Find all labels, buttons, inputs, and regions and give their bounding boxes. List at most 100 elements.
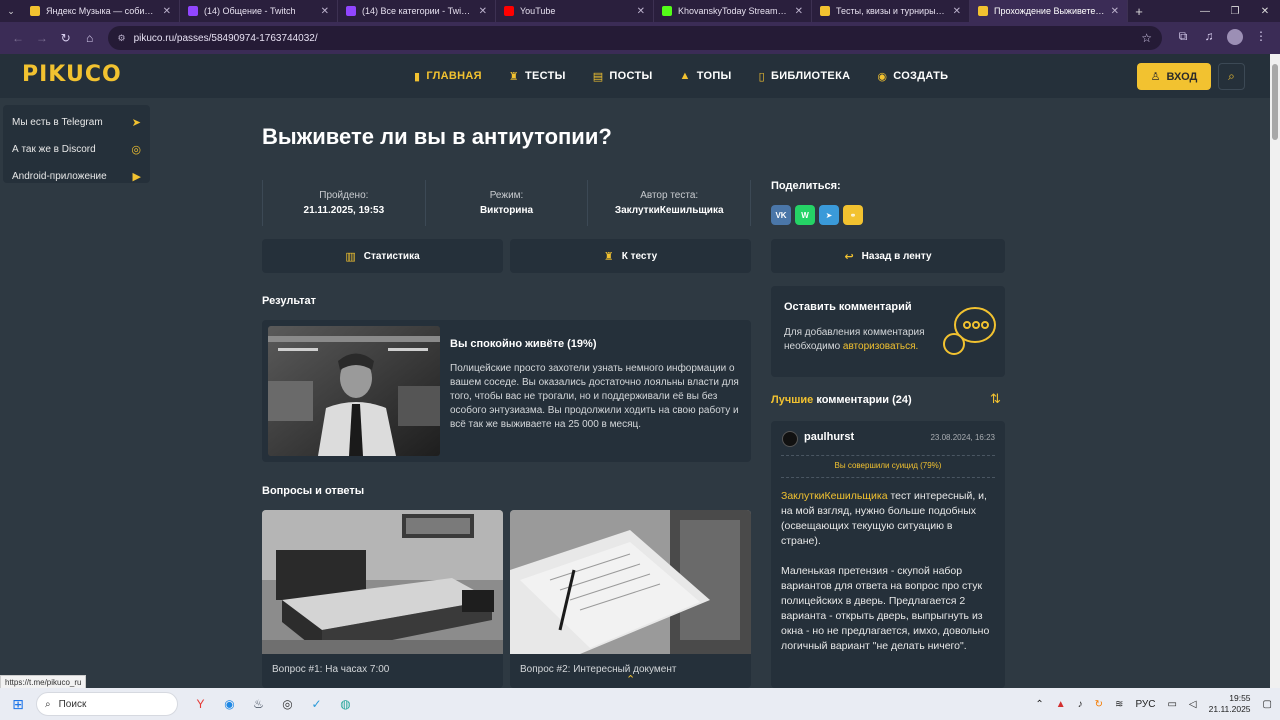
- speaker-icon[interactable]: ♪: [1078, 699, 1083, 710]
- discord-icon: ◎: [131, 144, 141, 156]
- display-icon[interactable]: ▭: [1167, 699, 1176, 710]
- meta-label: Режим:: [489, 190, 524, 201]
- browser-tab[interactable]: Прохождение Выживете ли вы ✕: [970, 0, 1128, 22]
- comment-mention[interactable]: ЗаклуткиКешильщика: [781, 490, 888, 502]
- forward-icon[interactable]: →: [30, 26, 54, 50]
- sync-icon[interactable]: ↻: [1095, 699, 1103, 710]
- browser-tab[interactable]: Яндекс Музыка — собирай ✕: [22, 0, 180, 22]
- back-icon[interactable]: ←: [6, 26, 30, 50]
- nav-item-1[interactable]: ♜ ТЕСТЫ: [509, 70, 566, 83]
- page-scrollbar[interactable]: [1270, 54, 1280, 688]
- tab-close-icon[interactable]: ✕: [953, 6, 961, 17]
- scroll-up-icon[interactable]: ⌃: [626, 673, 635, 686]
- comment-body: ЗаклуткиКешильщика тест интересный, и, н…: [781, 489, 995, 654]
- comment-username[interactable]: paulhurst: [804, 431, 854, 443]
- tab-close-icon[interactable]: ✕: [795, 6, 803, 17]
- tab-close-icon[interactable]: ✕: [637, 6, 645, 17]
- social-link[interactable]: Мы есть в Telegram ➤: [3, 109, 150, 136]
- browser-tab[interactable]: YouTube ✕: [496, 0, 654, 22]
- nav-item-label: СОЗДАТЬ: [893, 70, 949, 82]
- back-to-feed-button[interactable]: ↩ Назад в ленту: [771, 239, 1005, 273]
- bookmark-star-icon[interactable]: ☆: [1141, 31, 1152, 45]
- profile-avatar[interactable]: [1222, 28, 1248, 48]
- close-window-icon[interactable]: ✕: [1250, 0, 1280, 22]
- minimize-icon[interactable]: —: [1190, 0, 1220, 22]
- nav-item-3[interactable]: ▲ ТОПЫ: [680, 70, 732, 82]
- new-tab-button[interactable]: +: [1128, 4, 1150, 19]
- browser-tab[interactable]: (14) Все категории - Twitch ✕: [338, 0, 496, 22]
- back-to-feed-label: Назад в ленту: [861, 250, 932, 262]
- leave-comment-box: Оставить комментарий Для добавления комм…: [771, 286, 1005, 377]
- globe-app-icon[interactable]: ◍: [331, 690, 360, 718]
- nav-item-5[interactable]: ◉ СОЗДАТЬ: [877, 70, 948, 83]
- telegram-app-icon[interactable]: ✓: [302, 690, 331, 718]
- language-indicator[interactable]: РУС: [1135, 699, 1155, 710]
- tab-close-icon[interactable]: ✕: [1111, 6, 1119, 17]
- nav-item-2[interactable]: ▤ ПОСТЫ: [593, 70, 653, 83]
- reload-icon[interactable]: ↻: [54, 26, 78, 50]
- steam-icon[interactable]: ♨: [244, 690, 273, 718]
- taskbar-clock[interactable]: 19:55 21.11.2025: [1209, 693, 1251, 715]
- leave-comment-text: Для добавления комментария необходимо ав…: [784, 326, 944, 354]
- browser-tab[interactable]: Тесты, квизы и турниры — Pik ✕: [812, 0, 970, 22]
- site-logo[interactable]: PIKUCO: [22, 62, 122, 87]
- nav-item-label: БИБЛИОТЕКА: [770, 70, 851, 82]
- browser-tab[interactable]: (14) Общение - Twitch ✕: [180, 0, 338, 22]
- social-link[interactable]: Android-приложение ▶: [3, 163, 150, 190]
- whatsapp-icon[interactable]: W: [795, 205, 815, 225]
- meta-value[interactable]: ЗаклуткиКешильщика: [588, 205, 750, 216]
- search-icon[interactable]: ⌕: [1218, 63, 1245, 90]
- meta-cell: Автор теста: ЗаклуткиКешильщика: [587, 180, 752, 226]
- nav-item-label: ТОПЫ: [696, 70, 732, 82]
- speech-bubbles-icon: [943, 307, 996, 355]
- vk-icon[interactable]: VK: [771, 205, 791, 225]
- maximize-icon[interactable]: ❐: [1220, 0, 1250, 22]
- to-test-button[interactable]: ♜ К тесту: [510, 239, 751, 273]
- tab-search-icon[interactable]: ⌄: [0, 0, 22, 22]
- best-comments-heading: Лучшие комментарии (24): [771, 394, 912, 406]
- tray-chevron-icon[interactable]: ⌃: [1035, 699, 1043, 710]
- link-icon[interactable]: ⚭: [843, 205, 863, 225]
- antivirus-icon[interactable]: ▲: [1056, 699, 1066, 710]
- tab-close-icon[interactable]: ✕: [163, 6, 171, 17]
- question-2-image: [510, 510, 751, 654]
- login-button[interactable]: ♙ ВХОД: [1137, 63, 1211, 90]
- volume-icon[interactable]: ◁: [1189, 699, 1197, 710]
- site-info-icon[interactable]: ⚙: [118, 33, 126, 44]
- notifications-icon[interactable]: ▢: [1263, 699, 1272, 710]
- social-link-label: Android-приложение: [12, 171, 107, 182]
- obs-icon[interactable]: ◎: [273, 690, 302, 718]
- question-card-1[interactable]: Вопрос #1: На часах 7:00: [262, 510, 503, 688]
- chrome-icon[interactable]: ◉: [215, 690, 244, 718]
- tab-title: YouTube: [520, 6, 556, 16]
- taskbar-search-input[interactable]: ⌕ Поиск: [36, 692, 178, 716]
- question-card-2[interactable]: Вопрос #2: Интересный документ: [510, 510, 751, 688]
- browser-tab[interactable]: KhovanskyToday Stream - Wat ✕: [654, 0, 812, 22]
- tab-close-icon[interactable]: ✕: [479, 6, 487, 17]
- social-link-label: Мы есть в Telegram: [12, 117, 103, 128]
- extensions-icon[interactable]: ⧉: [1170, 29, 1196, 48]
- media-icon[interactable]: ♫: [1196, 29, 1222, 48]
- browser-menu-icon[interactable]: ⋮: [1248, 29, 1274, 48]
- comment-date: 23.08.2024, 16:23: [930, 433, 995, 442]
- telegram-share-icon[interactable]: ➤: [819, 205, 839, 225]
- meta-label: Пройдено:: [319, 190, 369, 201]
- scrollbar-thumb[interactable]: [1272, 64, 1278, 140]
- url-input[interactable]: ⚙ pikuco.ru/passes/58490974-1763744032/ …: [107, 26, 1162, 50]
- social-link[interactable]: А так же в Discord ◎: [3, 136, 150, 163]
- bedroom-photo: [262, 510, 503, 654]
- windows-start-icon[interactable]: ⊞: [0, 688, 36, 720]
- pass-meta: Пройдено: 21.11.2025, 19:53 Режим: Викторин…: [262, 180, 752, 226]
- home-icon[interactable]: ⌂: [78, 26, 102, 50]
- authorize-link[interactable]: авторизоваться.: [843, 341, 918, 352]
- avatar[interactable]: [782, 431, 798, 447]
- tab-close-icon[interactable]: ✕: [321, 6, 329, 17]
- sort-icon[interactable]: ⇅: [990, 391, 1001, 407]
- nav-item-0[interactable]: ▮ ГЛАВНАЯ: [414, 70, 482, 83]
- yandex-browser-icon[interactable]: Y: [186, 690, 215, 718]
- system-tray: ⌃ ▲ ♪ ↻ ≋ РУС ▭ ◁ 19:55 21.11.2025 ▢: [1023, 688, 1272, 720]
- statistics-button[interactable]: ▥ Статистика: [262, 239, 503, 273]
- nav-item-4[interactable]: ▯ БИБЛИОТЕКА: [759, 70, 851, 83]
- network-icon[interactable]: ≋: [1115, 699, 1123, 710]
- site-header: PIKUCO ▮ ГЛАВНАЯ ♜ ТЕСТЫ ▤ ПОСТЫ ▲ ТОПЫ ▯ БИБЛИОТ…: [0, 54, 1270, 98]
